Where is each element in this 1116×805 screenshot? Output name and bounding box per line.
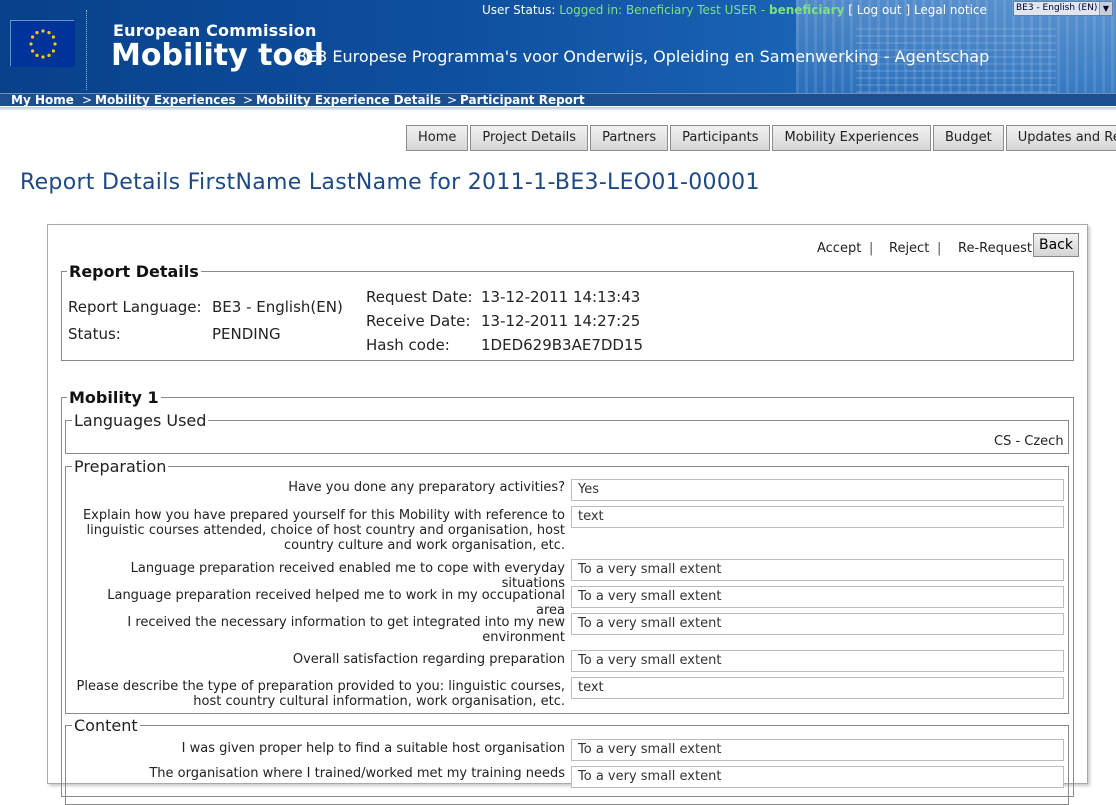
answer-field: To a very small extent (571, 739, 1064, 761)
mobility-legend: Mobility 1 (67, 388, 161, 407)
nav-partners[interactable]: Partners (590, 125, 669, 151)
question-label: Have you done any preparatory activities… (288, 480, 565, 495)
user-status-value: Logged in: Beneficiary Test USER - (559, 3, 766, 17)
reject-link[interactable]: Reject (889, 241, 929, 256)
user-status: User Status: Logged in: Beneficiary Test… (482, 3, 987, 17)
legal-notice-link[interactable]: Legal notice (914, 3, 987, 17)
nav-mobility-experiences[interactable]: Mobility Experiences (772, 125, 931, 151)
report-language-label: Report Language: (68, 298, 202, 316)
preparation-legend: Preparation (72, 457, 169, 476)
answer-field: To a very small extent (571, 766, 1064, 788)
answer-field: To a very small extent (571, 650, 1064, 672)
request-date-label: Request Date: (366, 288, 473, 306)
answer-field: text (571, 677, 1064, 699)
chevron-down-icon: ▼ (1099, 2, 1112, 15)
header-banner: European Commission Mobility tool BE3 Eu… (0, 0, 1116, 93)
report-details-legend: Report Details (67, 262, 201, 281)
answer-field: To a very small extent (571, 559, 1064, 581)
languages-used-box (65, 420, 1069, 454)
nav-participants[interactable]: Participants (670, 125, 771, 151)
breadcrumb-mobility-experiences[interactable]: Mobility Experiences (95, 94, 236, 106)
breadcrumb-shadow (0, 107, 1116, 111)
question-label: I was given proper help to find a suitab… (181, 741, 565, 756)
back-button[interactable]: Back (1033, 233, 1079, 257)
question-label: Overall satisfaction regarding preparati… (292, 652, 565, 667)
nav-project-details[interactable]: Project Details (470, 125, 589, 151)
languages-used-legend: Languages Used (72, 411, 209, 430)
answer-field: text (571, 506, 1064, 528)
action-divider: | (869, 241, 874, 256)
answer-field: To a very small extent (571, 586, 1064, 608)
accept-link[interactable]: Accept (817, 241, 861, 256)
question-label: Please describe the type of preparation … (76, 679, 565, 709)
hash-code-label: Hash code: (366, 336, 450, 354)
language-select[interactable]: BE3 - English (EN) ▼ (1013, 1, 1113, 16)
bracket-close: ] (905, 3, 911, 17)
content-box (65, 725, 1069, 805)
answer-field: To a very small extent (571, 613, 1064, 635)
bracket-open: [ (848, 3, 853, 17)
language-select-value: BE3 - English (EN) (1016, 3, 1098, 13)
question-label: I received the necessary information to … (127, 615, 565, 645)
user-status-label: User Status: (482, 3, 556, 17)
breadcrumb-mobility-experience-details[interactable]: Mobility Experience Details (256, 94, 441, 106)
logout-link[interactable]: Log out (857, 3, 902, 17)
eu-flag-logo (10, 20, 75, 67)
breadcrumb-my-home[interactable]: My Home (11, 94, 74, 106)
report-language-value: BE3 - English(EN) (212, 298, 343, 316)
breadcrumb-separator: > (243, 93, 254, 107)
agency-name: BE3 Europese Programma's voor Onderwijs,… (296, 47, 990, 66)
question-label: Language preparation received helped me … (107, 588, 565, 618)
question-label: Explain how you have prepared yourself f… (82, 508, 565, 553)
receive-date-value: 13-12-2011 14:27:25 (481, 312, 641, 330)
nav-home[interactable]: Home (406, 125, 469, 151)
status-label: Status: (68, 325, 121, 343)
answer-field: Yes (571, 479, 1064, 501)
header-divider (86, 10, 87, 90)
breadcrumb-participant-report: Participant Report (460, 93, 585, 107)
question-label: Language preparation received enabled me… (130, 561, 565, 591)
top-navigation: Home Project Details Partners Participan… (406, 125, 1116, 151)
nav-updates-and-reports[interactable]: Updates and Reports (1005, 125, 1116, 151)
request-date-value: 13-12-2011 14:13:43 (481, 288, 641, 306)
page-title: Report Details FirstName LastName for 20… (20, 170, 760, 195)
breadcrumb: My Home > Mobility Experiences > Mobilit… (0, 93, 1116, 106)
breadcrumb-separator: > (82, 93, 93, 107)
content-legend: Content (72, 716, 140, 735)
action-divider: | (937, 241, 942, 256)
receive-date-label: Receive Date: (366, 312, 471, 330)
status-value: PENDING (212, 325, 281, 343)
nav-budget[interactable]: Budget (932, 125, 1004, 151)
rerequest-link[interactable]: Re-Request (958, 241, 1032, 256)
brand-title: Mobility tool (111, 38, 324, 73)
hash-code-value: 1DED629B3AE7DD15 (481, 336, 644, 354)
breadcrumb-separator: > (447, 93, 458, 107)
user-role: beneficiary (768, 3, 845, 17)
languages-used-value: CS - Czech (994, 434, 1064, 449)
